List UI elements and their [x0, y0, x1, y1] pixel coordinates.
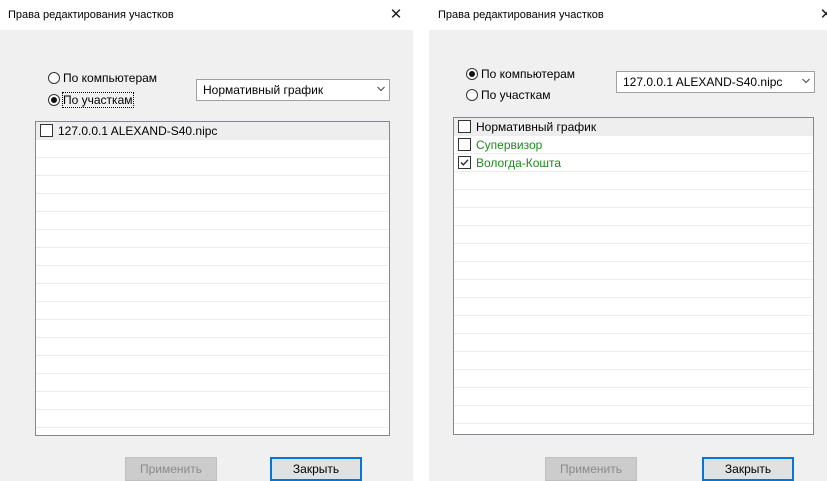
section-select[interactable]: Нормативный график [196, 79, 390, 101]
chevron-down-icon [377, 86, 385, 92]
empty-row [454, 262, 813, 280]
empty-row [36, 194, 389, 212]
checkbox[interactable] [458, 138, 471, 151]
empty-row [454, 388, 813, 406]
apply-button[interactable]: Применить [545, 457, 637, 481]
empty-row [36, 338, 389, 356]
empty-row [454, 280, 813, 298]
list-item[interactable]: Супервизор [454, 136, 813, 154]
rights-dialog-right: Права редактирования участков ✕ По компь… [429, 0, 827, 481]
checkbox[interactable] [40, 124, 53, 137]
radio-circle-icon [466, 89, 478, 101]
radio-by-computers[interactable]: По компьютерам [466, 66, 575, 82]
radio-by-computers-label: По компьютерам [63, 71, 158, 85]
radio-circle-icon [48, 72, 60, 84]
radio-by-sections[interactable]: По участкам [466, 87, 551, 103]
radio-by-sections[interactable]: По участкам [48, 92, 134, 108]
section-select-value: Нормативный график [203, 83, 324, 97]
list-item[interactable]: Вологда-Кошта [454, 154, 813, 172]
empty-row [454, 370, 813, 388]
close-icon[interactable]: ✕ [811, 0, 827, 30]
screenshot-gap [413, 0, 429, 481]
computer-select[interactable]: 127.0.0.1 ALEXAND-S40.nipc [616, 71, 815, 93]
empty-row [454, 244, 813, 262]
radio-by-sections-label: По участкам [62, 92, 134, 108]
radio-selected-icon [466, 68, 478, 80]
rights-dialog-left: Права редактирования участков ✕ По компь… [0, 0, 413, 481]
radio-selected-icon [48, 94, 60, 106]
empty-row [36, 392, 389, 410]
radio-by-computers[interactable]: По компьютерам [48, 70, 157, 86]
list-item[interactable]: 127.0.0.1 ALEXAND-S40.nipc [36, 122, 389, 140]
list-item-label: Нормативный график [476, 119, 597, 134]
close-button[interactable]: Закрыть [270, 457, 362, 481]
title-bar: Права редактирования участков ✕ [429, 0, 827, 30]
list-item-label: Супервизор [476, 137, 543, 152]
empty-row [36, 320, 389, 338]
empty-row [36, 230, 389, 248]
empty-row [36, 356, 389, 374]
dialog-title: Права редактирования участков [8, 9, 174, 21]
empty-row [36, 212, 389, 230]
empty-row [36, 284, 389, 302]
list-item-label: Вологда-Кошта [476, 155, 562, 170]
close-button[interactable]: Закрыть [702, 457, 794, 481]
dialog-title: Права редактирования участков [438, 9, 604, 21]
list-item[interactable]: Нормативный график [454, 118, 813, 136]
empty-row [454, 334, 813, 352]
empty-row [454, 208, 813, 226]
checkmark-icon [460, 159, 469, 166]
chevron-down-icon [802, 78, 810, 84]
empty-row [36, 302, 389, 320]
computer-select-value: 127.0.0.1 ALEXAND-S40.nipc [623, 75, 783, 89]
radio-by-sections-label: По участкам [481, 88, 551, 102]
checkbox-checked[interactable] [458, 156, 471, 169]
list-item-label: 127.0.0.1 ALEXAND-S40.nipc [58, 123, 218, 138]
empty-row [36, 248, 389, 266]
computer-checklist[interactable]: 127.0.0.1 ALEXAND-S40.nipc [35, 121, 390, 436]
empty-row [454, 226, 813, 244]
empty-row [36, 140, 389, 158]
empty-row [454, 316, 813, 334]
empty-row [454, 298, 813, 316]
apply-button[interactable]: Применить [125, 457, 217, 481]
title-bar: Права редактирования участков ✕ [0, 0, 413, 30]
empty-row [454, 190, 813, 208]
empty-row [36, 266, 389, 284]
radio-by-computers-label: По компьютерам [481, 67, 576, 81]
empty-row [36, 410, 389, 428]
empty-row [36, 176, 389, 194]
empty-row [454, 172, 813, 190]
close-icon[interactable]: ✕ [381, 0, 411, 30]
checkbox[interactable] [458, 120, 471, 133]
empty-row [36, 158, 389, 176]
empty-row [36, 374, 389, 392]
section-checklist[interactable]: Нормативный график Супервизор Вологда-Ко… [453, 117, 814, 435]
empty-row [454, 352, 813, 370]
empty-row [454, 406, 813, 424]
